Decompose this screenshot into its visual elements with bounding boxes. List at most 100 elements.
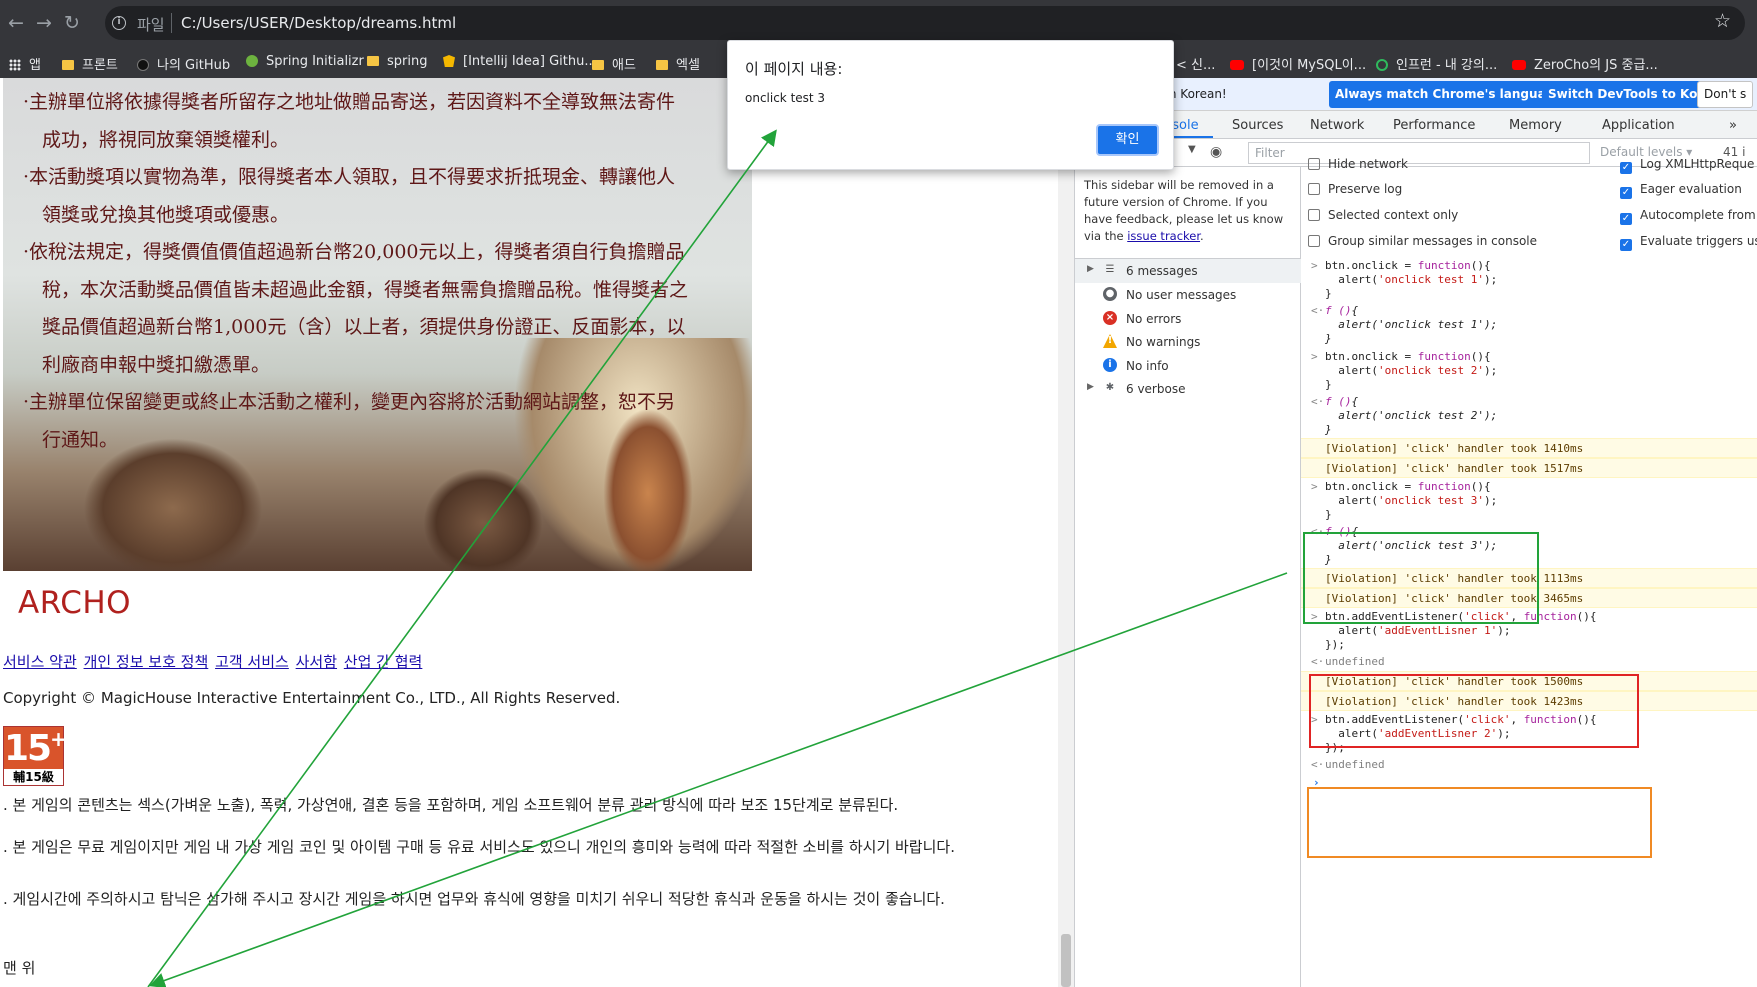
more-tabs-icon[interactable]: » <box>1729 118 1737 133</box>
divider <box>171 13 172 33</box>
sidebar-note-end: . <box>1200 229 1204 243</box>
tab-performance[interactable]: Performance <box>1393 118 1475 133</box>
list-icon: ☰ <box>1105 264 1115 275</box>
spring-icon <box>246 55 258 67</box>
setting-autocomplete[interactable]: ✓ Autocomplete from <box>1620 208 1756 225</box>
copyright: Copyright © MagicHouse Interactive Enter… <box>3 689 621 707</box>
bookmark-intellij[interactable]: [Intellij Idea] Githu... <box>443 54 597 69</box>
site-logo[interactable]: ARCHO <box>18 585 131 621</box>
bookmark-front[interactable]: 프론트 <box>62 54 118 73</box>
setting-evaluate-triggers[interactable]: ✓ Evaluate triggers use <box>1620 234 1757 251</box>
issue-tracker-link[interactable]: issue tracker <box>1127 229 1200 243</box>
folder-icon <box>592 60 604 70</box>
code-text: (){ <box>1470 350 1491 363</box>
context-dropdown-icon[interactable]: ▼ <box>1188 144 1196 155</box>
violation-text: [Violation] 'click' handler took 1410ms <box>1325 442 1584 455</box>
language-infobar: now available in Korean! Always match Ch… <box>1075 78 1757 111</box>
rating-tag: 輔15級 <box>4 769 63 785</box>
match-language-button[interactable]: Always match Chrome's language <box>1329 81 1569 108</box>
dont-show-button[interactable]: Don't s <box>1697 81 1754 108</box>
forward-arrow-icon[interactable]: → <box>33 12 55 34</box>
tab-network[interactable]: Network <box>1310 118 1364 133</box>
code-text: (){ <box>1470 480 1491 493</box>
checkbox[interactable] <box>1308 209 1320 221</box>
page-scrollbar[interactable] <box>1058 78 1074 987</box>
checkbox[interactable] <box>1308 183 1320 195</box>
eye-icon[interactable]: ◉ <box>1210 144 1222 160</box>
sidebar-item-info[interactable]: i No info <box>1075 354 1301 378</box>
banner-line: 利廠商申報中獎扣繳憑單。 <box>23 353 271 376</box>
banner-line: ·依稅法規定，得獎價值價值超過新台幣20,000元以上，得獎者須自行負擔贈品 <box>23 241 685 263</box>
console-sidebar: This sidebar will be removed in a future… <box>1075 167 1301 987</box>
setting-preserve-log[interactable]: Preserve log <box>1308 182 1402 196</box>
checkbox-checked[interactable]: ✓ <box>1620 239 1632 251</box>
code-text: btn.onclick = <box>1325 350 1418 363</box>
checkbox[interactable] <box>1308 158 1320 170</box>
banner-line: ·本活動獎項以實物為準，限得獎者本人領取，且不得要求折抵現金、轉讓他人 <box>23 166 676 188</box>
inflearn-icon <box>1376 59 1388 71</box>
bookmark-mysql[interactable]: [이것이 MySQL이... <box>1230 54 1366 73</box>
bookmark-inflearn[interactable]: 인프런 - 내 강의... <box>1376 54 1497 73</box>
bookmark-ad[interactable]: 애드 <box>592 54 636 73</box>
bookmark-spring-initializr[interactable]: Spring Initializr <box>246 54 364 69</box>
back-arrow-icon[interactable]: ← <box>5 12 27 34</box>
dialog-title: 이 페이지 내용: <box>745 60 843 78</box>
sidebar-item-verbose[interactable]: ▶ ✱ 6 verbose <box>1075 377 1301 401</box>
bookmark-github[interactable]: 나의 GitHub <box>137 54 230 73</box>
folder-icon <box>656 60 668 70</box>
filter-input[interactable]: Filter <box>1248 142 1590 164</box>
code-text: alert('onclick test 2'); <box>1338 409 1498 422</box>
link-customer-service[interactable]: 고객 서비스 <box>215 653 289 671</box>
web-page: ·主辦單位將依據得獎者所留存之地址做贈品寄送，若因資料不全導致無法寄件 成功，將… <box>0 78 1061 987</box>
code-text: ); <box>1483 364 1498 377</box>
setting-eager-eval[interactable]: ✓ Eager evaluation <box>1620 182 1742 199</box>
code-text: alert( <box>1338 273 1378 286</box>
link-privacy[interactable]: 개인 정보 보호 정책 <box>84 653 209 671</box>
highlight-box-red <box>1309 674 1639 748</box>
link-terms[interactable]: 서비스 약관 <box>3 653 77 671</box>
checkbox[interactable] <box>1308 235 1320 247</box>
back-to-top[interactable]: 맨 위 <box>3 957 35 978</box>
alert-dialog: 이 페이지 내용: onclick test 3 확인 <box>727 40 1174 170</box>
link-partnership[interactable]: 산업 간 협력 <box>344 653 423 671</box>
setting-group-similar[interactable]: Group similar messages in console <box>1308 234 1537 248</box>
setting-label: Selected context only <box>1328 208 1459 222</box>
bug-icon: ✱ <box>1105 382 1115 393</box>
user-icon: ● <box>1103 287 1117 301</box>
ok-button[interactable]: 확인 <box>1096 124 1159 156</box>
bookmark-new[interactable]: < 신... <box>1176 54 1215 73</box>
sidebar-item-errors[interactable]: × No errors <box>1075 307 1301 331</box>
code-text: (){ <box>1470 259 1491 272</box>
info-icon[interactable]: i <box>112 16 126 30</box>
violation-message: [Violation] 'click' handler took 1517ms <box>1301 458 1757 478</box>
url-text[interactable]: C:/Users/USER/Desktop/dreams.html <box>181 14 456 32</box>
setting-label: Evaluate triggers use <box>1640 234 1757 248</box>
bookmark-spring[interactable]: spring <box>367 54 427 69</box>
setting-label: Eager evaluation <box>1640 182 1742 196</box>
code-keyword: f () <box>1325 304 1352 317</box>
checkbox-checked[interactable]: ✓ <box>1620 162 1632 174</box>
bookmark-star-icon[interactable]: ☆ <box>1714 10 1731 32</box>
banner-line: ·主辦單位將依據得獎者所留存之地址做贈品寄送，若因資料不全導致無法寄件 <box>23 91 676 113</box>
page-scrollbar-thumb[interactable] <box>1061 934 1071 987</box>
code-text: } <box>1325 423 1332 436</box>
reload-icon[interactable]: ↻ <box>61 12 83 34</box>
devtools-panel: now available in Korean! Always match Ch… <box>1074 78 1757 987</box>
setting-log-xhr[interactable]: ✓ Log XMLHttpReque <box>1620 157 1754 174</box>
tab-sources[interactable]: Sources <box>1232 118 1283 133</box>
tab-memory[interactable]: Memory <box>1509 118 1562 133</box>
setting-hide-network[interactable]: Hide network <box>1308 157 1408 171</box>
violation-message: [Violation] 'click' handler took 1410ms <box>1301 438 1757 458</box>
bookmark-zerocho[interactable]: ZeroCho의 JS 중급... <box>1512 54 1658 73</box>
bookmark-excel[interactable]: 엑셀 <box>656 54 700 73</box>
sidebar-item-user-messages[interactable]: ● No user messages <box>1075 283 1301 307</box>
setting-selected-context[interactable]: Selected context only <box>1308 208 1458 222</box>
bookmark-apps[interactable]: 앱 <box>9 54 41 73</box>
checkbox-checked[interactable]: ✓ <box>1620 213 1632 225</box>
sidebar-item-warnings[interactable]: ! No warnings <box>1075 330 1301 354</box>
tab-application[interactable]: Application <box>1602 118 1675 133</box>
link-mailbox[interactable]: 사서함 <box>296 653 337 671</box>
sidebar-item-messages[interactable]: ▶ ☰ 6 messages <box>1075 259 1301 283</box>
banner-image: ·主辦單位將依據得獎者所留存之地址做贈品寄送，若因資料不全導致無法寄件 成功，將… <box>3 78 752 571</box>
checkbox-checked[interactable]: ✓ <box>1620 187 1632 199</box>
